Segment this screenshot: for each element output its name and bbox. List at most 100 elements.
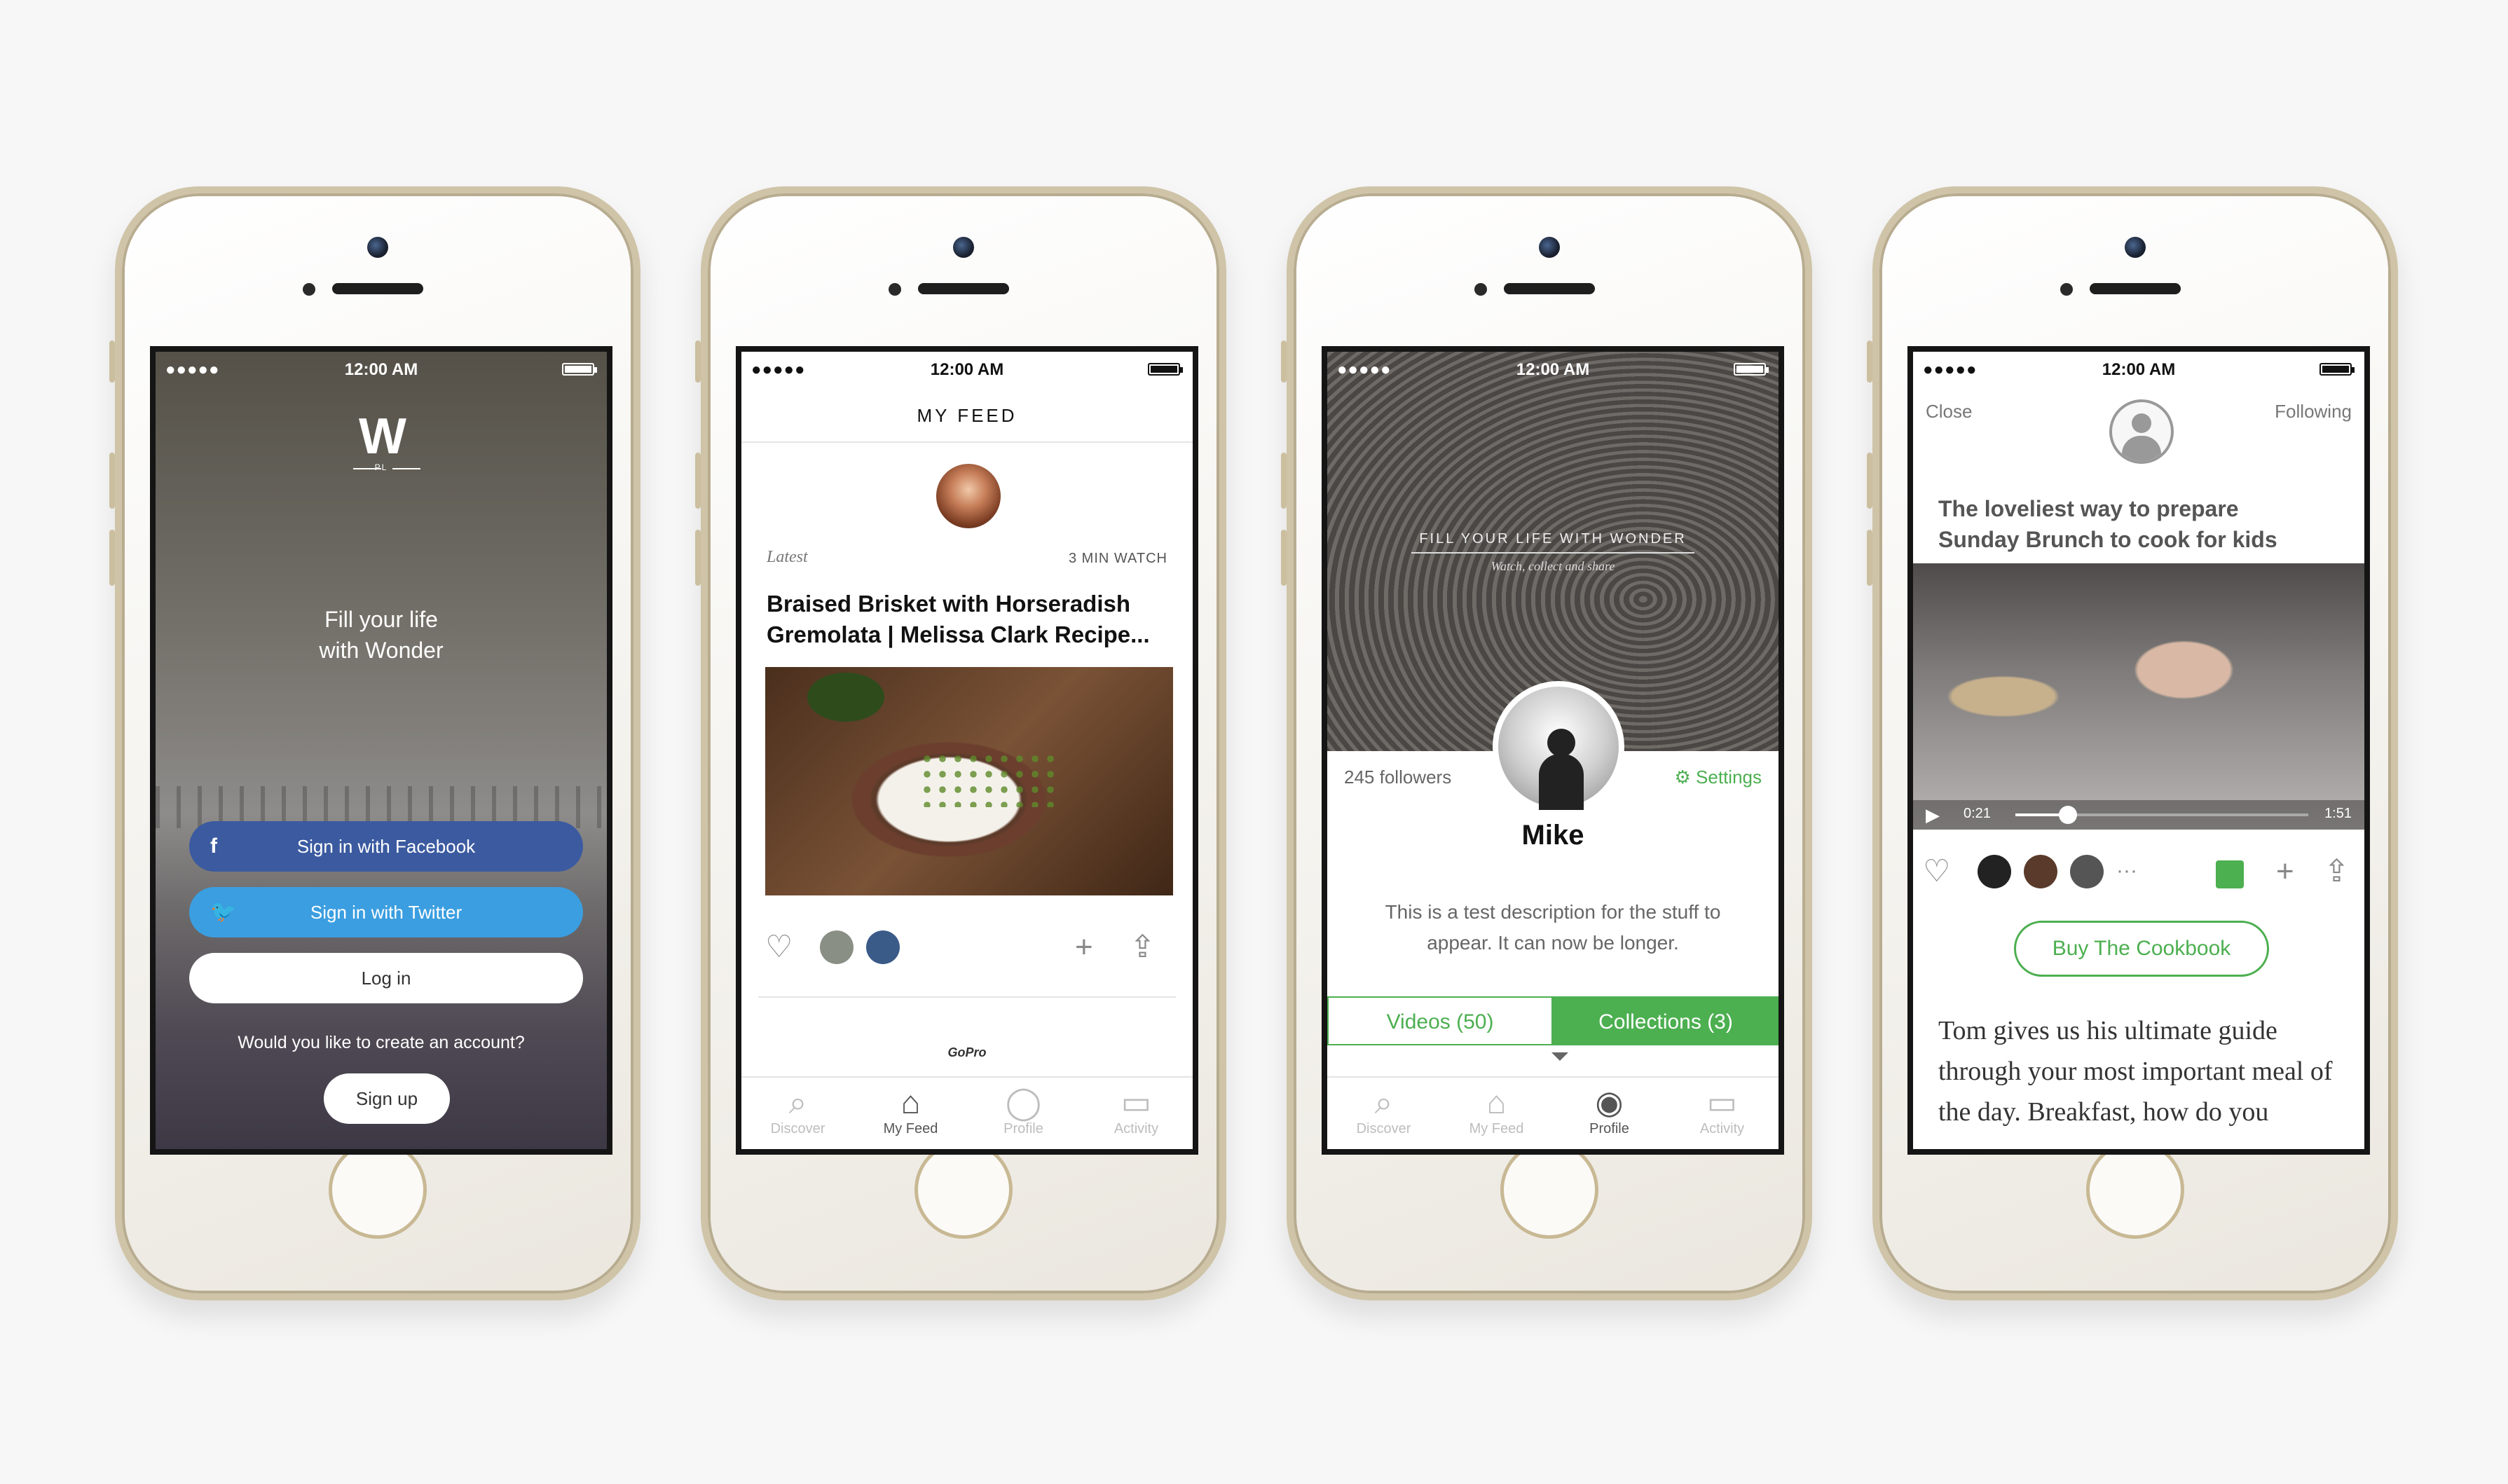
phone-video: ●●●●● 12:00 AM Close Following The lovel… [1867,186,2398,1300]
status-bar: ●●●●● 12:00 AM [1913,352,2364,385]
tab-label: My Feed [883,1121,938,1136]
tagline-line-2: with Wonder [319,638,444,663]
tab-collections[interactable]: Collections (3) [1553,996,1779,1045]
video-actions: ♡ ··· + ⇪ [1913,851,2364,895]
proximity-sensor [889,283,901,296]
video-title-line-2: Sunday Brunch to cook for kids [1938,527,2277,552]
video-screen: ●●●●● 12:00 AM Close Following The lovel… [1907,346,2370,1155]
battery-icon [1148,363,1183,376]
battery-icon [1734,363,1769,376]
shopping-bag-icon[interactable] [2216,860,2244,888]
volume-up-button [1867,453,1872,509]
login-button[interactable]: Log in [189,953,583,1003]
home-button[interactable] [1500,1141,1598,1239]
viewer-avatar-1[interactable] [1978,855,2011,888]
status-bar: ●●●●● 12:00 AM [741,352,1193,385]
heart-icon[interactable]: ♡ [1923,851,1950,893]
gremolata-garnish [919,751,1060,807]
following-button[interactable]: Following [2275,401,2352,422]
tab-my-feed[interactable]: ⌂ My Feed [854,1083,967,1137]
tab-bar: ⌕ Discover ⌂ My Feed ◯ Profile ▭ Activit… [741,1076,1193,1149]
plus-icon[interactable]: + [2276,851,2294,893]
tab-activity[interactable]: ▭ Activity [1080,1083,1193,1137]
volume-down-button [1281,530,1287,586]
facebook-signin-button[interactable]: f Sign in with Facebook [189,821,583,872]
signup-button[interactable]: Sign up [324,1073,450,1124]
avatar-body [2122,436,2161,461]
front-camera [2125,237,2146,258]
settings-button[interactable]: ⚙ Settings [1675,767,1762,788]
home-icon: ⌂ [900,1084,921,1120]
tab-discover[interactable]: ⌕ Discover [741,1083,854,1137]
home-icon: ⌂ [1486,1084,1507,1120]
earpiece-speaker [918,283,1009,294]
viewer-avatar-2[interactable] [2024,855,2057,888]
logo-rule-right [392,468,420,469]
share-icon[interactable]: ⇪ [2324,851,2350,893]
heart-icon[interactable]: ♡ [765,926,793,968]
hero-rule [1411,552,1694,554]
tab-my-feed[interactable]: ⌂ My Feed [1440,1083,1553,1137]
share-icon[interactable]: ⇪ [1130,926,1156,968]
user-avatar[interactable] [2109,399,2174,464]
tab-label: Profile [1589,1121,1629,1136]
author-avatar[interactable] [936,464,1001,528]
feed-actions: ♡ + ⇪ [741,926,1193,968]
status-time: 12:00 AM [1516,360,1590,379]
nav-divider [741,441,1193,443]
app-logo: W [359,408,406,465]
battery-icon [562,363,597,376]
tab-profile[interactable]: ◯ Profile [967,1083,1080,1137]
close-button[interactable]: Close [1926,401,1972,422]
volume-up-button [109,453,115,509]
gear-icon: ⚙ [1674,767,1697,788]
volume-down-button [695,530,701,586]
volume-down-button [109,530,115,586]
tab-profile[interactable]: ◉ Profile [1553,1083,1666,1137]
video-thumbnail[interactable] [765,667,1173,895]
earpiece-speaker [2090,283,2181,294]
viewer-avatar-3[interactable] [2070,855,2104,888]
tab-label: Discover [770,1121,825,1136]
tagline: Fill your life with Wonder [156,604,607,666]
status-bar: ●●●●● 12:00 AM [1327,352,1779,385]
profile-avatar[interactable] [1493,681,1624,813]
card-divider [758,996,1176,998]
tab-bar: ⌕ Discover ⌂ My Feed ◉ Profile ▭ Activit… [1327,1076,1779,1149]
status-time: 12:00 AM [930,360,1004,379]
more-icon[interactable]: ··· [2116,859,2137,883]
scrub-handle[interactable] [2059,806,2077,824]
video-title[interactable]: Braised Brisket with Horseradish Gremola… [767,589,1180,650]
video-player[interactable] [1913,563,2364,830]
tab-label: Profile [1003,1121,1043,1136]
play-icon[interactable]: ▶ [1926,804,1940,826]
buy-cookbook-button[interactable]: Buy The Cookbook [2014,921,2269,977]
plus-icon[interactable]: + [1075,926,1093,968]
chevron-down-icon [1551,1052,1568,1061]
mute-switch [1281,341,1287,383]
home-button[interactable] [329,1141,427,1239]
liker-avatar-1[interactable] [820,930,854,964]
twitter-icon: 🐦 [210,900,237,923]
volume-down-button [1867,530,1872,586]
home-button[interactable] [2086,1141,2184,1239]
chat-icon: ▭ [1706,1084,1738,1120]
video-title: The loveliest way to prepare Sunday Brun… [1938,493,2352,555]
phone-feed: ●●●●● 12:00 AM MY FEED Latest 3 MIN WATC… [695,186,1226,1300]
tab-label: Discover [1356,1121,1411,1136]
home-button[interactable] [914,1141,1013,1239]
front-camera [1539,237,1560,258]
tab-activity[interactable]: ▭ Activity [1666,1083,1779,1137]
nav-title: MY FEED [917,405,1017,426]
tab-videos[interactable]: Videos (50) [1327,996,1553,1045]
tab-discover[interactable]: ⌕ Discover [1327,1083,1440,1137]
login-label: Log in [361,968,411,989]
volume-up-button [1281,453,1287,509]
liker-avatar-2[interactable] [866,930,900,964]
earpiece-speaker [332,283,423,294]
search-icon: ⌕ [788,1084,807,1120]
twitter-signin-button[interactable]: 🐦 Sign in with Twitter [189,887,583,937]
followers-count[interactable]: 245 followers [1344,767,1451,788]
video-title-line-1: The loveliest way to prepare [1938,496,2239,521]
settings-label: Settings [1696,767,1762,788]
